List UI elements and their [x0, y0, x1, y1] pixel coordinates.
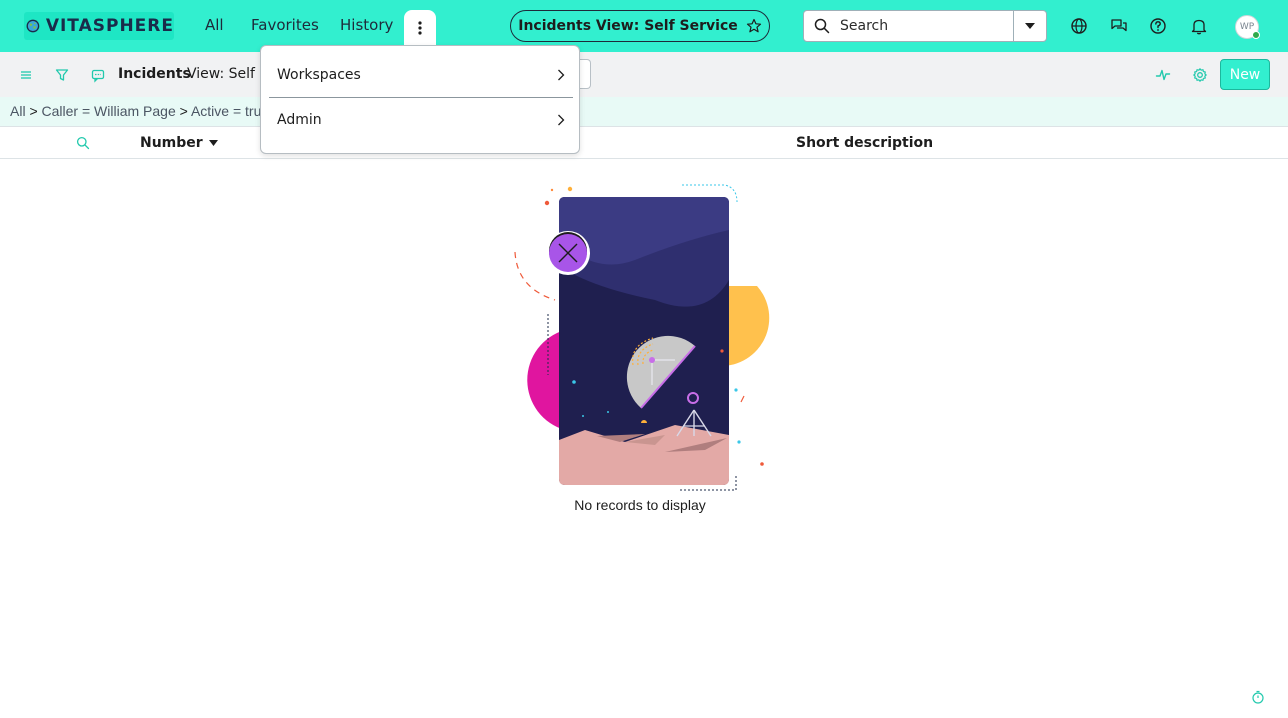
timer-icon[interactable] [1251, 690, 1265, 704]
menu-item-label: Admin [277, 112, 322, 128]
breadcrumb-item-all[interactable]: All [10, 103, 26, 119]
menu-item-admin[interactable]: Admin [269, 98, 573, 142]
column-search-icon[interactable] [76, 136, 90, 150]
chevron-right-icon [558, 114, 565, 126]
breadcrumb-separator: > [179, 103, 188, 119]
gear-icon[interactable] [1192, 67, 1208, 83]
top-navigation-bar: VITASPHERE All Favorites History Inciden… [0, 0, 1288, 52]
caret-down-icon [1025, 23, 1035, 29]
bell-icon[interactable] [1189, 16, 1209, 36]
star-icon[interactable] [746, 18, 762, 34]
context-title: Incidents View: Self Service [518, 18, 738, 34]
search-input[interactable] [840, 18, 1000, 34]
nav-history[interactable]: History [340, 16, 393, 34]
nav-favorites[interactable]: Favorites [251, 16, 319, 34]
column-header-short-description[interactable]: Short description [796, 135, 933, 151]
help-icon[interactable] [1148, 16, 1168, 36]
nav-all[interactable]: All [205, 16, 224, 34]
chevron-right-icon [558, 69, 565, 81]
filter-breadcrumb: All > Caller = William Page > Active = t… [0, 97, 1288, 127]
chat-icon[interactable] [1109, 16, 1129, 36]
breadcrumb-separator: > [29, 103, 38, 119]
menu-item-workspaces[interactable]: Workspaces [269, 53, 573, 97]
user-avatar[interactable]: WP [1235, 15, 1260, 39]
menu-item-label: Workspaces [277, 67, 361, 83]
app-logo[interactable]: VITASPHERE [24, 12, 174, 40]
more-menu-button[interactable] [404, 10, 436, 46]
sort-descending-icon [208, 140, 218, 146]
hamburger-menu-icon[interactable] [18, 67, 34, 83]
context-title-pill[interactable]: Incidents View: Self Service [510, 10, 770, 42]
empty-state-illustration [514, 184, 770, 491]
breadcrumb-item-active[interactable]: Active = true [191, 103, 269, 119]
avatar-initials: WP [1239, 22, 1255, 32]
logo-wordmark: VITASPHERE [45, 16, 174, 36]
list-header-bar: Incidents View: Self Service New [0, 52, 1288, 97]
empty-state-message: No records to display [574, 497, 706, 513]
context-menu-icon[interactable] [90, 67, 106, 83]
globe-icon[interactable] [1069, 16, 1089, 36]
search-scope-dropdown[interactable] [1013, 11, 1046, 41]
global-search [803, 10, 1047, 42]
logo-globe-icon [26, 19, 40, 33]
filter-icon[interactable] [54, 67, 70, 83]
column-number-label: Number [140, 135, 203, 151]
column-header-number[interactable]: Number [140, 135, 218, 151]
search-icon [814, 18, 830, 34]
list-title: Incidents [118, 66, 191, 82]
more-dropdown-menu: Workspaces Admin [260, 45, 580, 154]
breadcrumb-item-caller[interactable]: Caller = William Page [42, 103, 176, 119]
vertical-ellipsis-icon [418, 21, 422, 35]
presence-status-dot [1252, 31, 1260, 39]
table-column-headers: Number Short description [0, 127, 1288, 159]
activity-pulse-icon[interactable] [1155, 67, 1171, 83]
new-record-button[interactable]: New [1220, 59, 1270, 90]
